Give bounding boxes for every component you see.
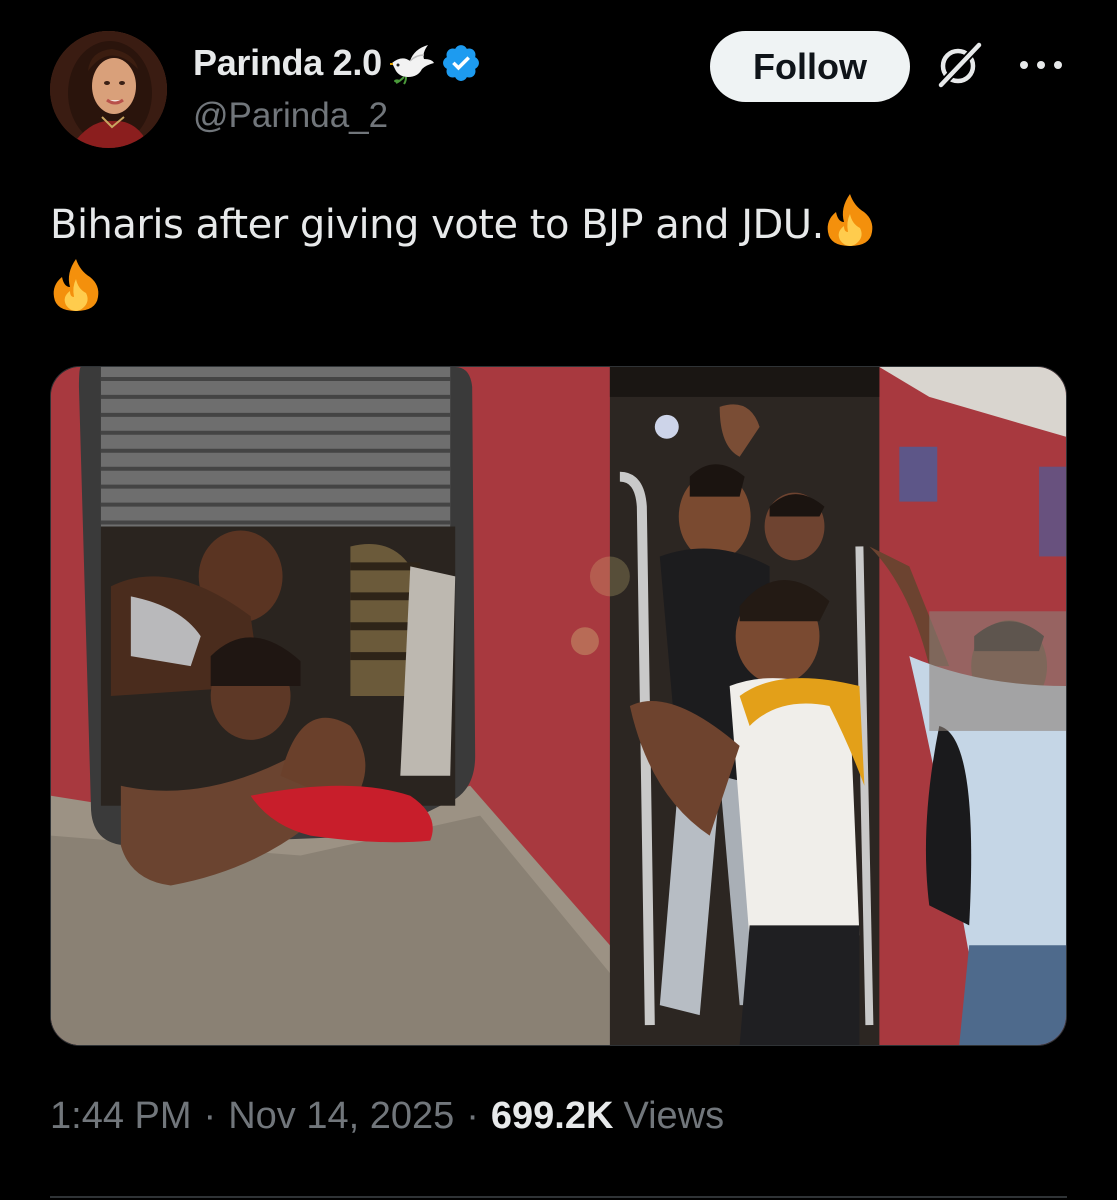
tweet-time[interactable]: 1:44 PM bbox=[50, 1095, 192, 1138]
tweet-text: Biharis after giving vote to BJP and JDU… bbox=[50, 192, 1060, 322]
author-avatar[interactable] bbox=[50, 31, 167, 148]
divider bbox=[50, 1196, 1067, 1198]
grok-icon[interactable] bbox=[934, 40, 984, 90]
train-photo bbox=[51, 367, 1066, 1045]
meta-separator: · bbox=[203, 1095, 217, 1137]
fire-icon bbox=[53, 259, 99, 311]
dove-icon bbox=[389, 45, 434, 85]
more-icon[interactable] bbox=[1018, 55, 1064, 75]
follow-button[interactable]: Follow bbox=[710, 31, 910, 102]
views-count[interactable]: 699.2K bbox=[491, 1095, 614, 1138]
tweet-date[interactable]: Nov 14, 2025 bbox=[228, 1095, 454, 1138]
meta-separator: · bbox=[466, 1095, 479, 1137]
author-handle[interactable]: @Parinda_2 bbox=[193, 96, 388, 136]
author-display-name[interactable]: Parinda 2.0 bbox=[193, 42, 382, 84]
tweet-meta: 1:44 PM · Nov 14, 2025 · 699.2K Views bbox=[50, 1095, 724, 1138]
avatar-image bbox=[50, 31, 167, 148]
views-label[interactable]: Views bbox=[623, 1095, 724, 1138]
fire-icon bbox=[827, 194, 873, 246]
tweet-text-content: Biharis after giving vote to BJP and JDU… bbox=[50, 202, 824, 248]
tweet-media-image[interactable] bbox=[50, 366, 1067, 1046]
verified-badge-icon[interactable] bbox=[440, 42, 482, 84]
tweet-detail-view: Parinda 2.0 @Parinda_2 Follow Biharis af… bbox=[0, 0, 1117, 1200]
author-name-row[interactable]: Parinda 2.0 bbox=[193, 38, 482, 88]
